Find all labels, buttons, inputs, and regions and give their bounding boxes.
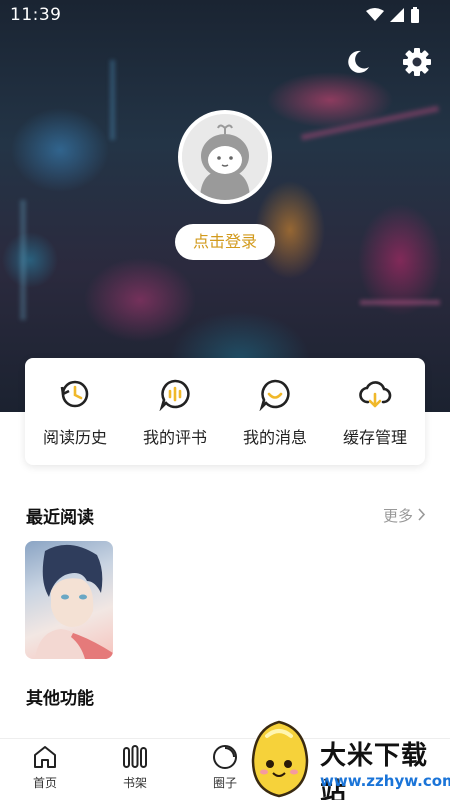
login-button[interactable]: 点击登录 (175, 224, 275, 260)
more-label: 更多 (382, 507, 413, 525)
status-time: 11:39 (10, 5, 62, 25)
function-label: 阅读历史 (42, 428, 107, 447)
circle-icon (211, 743, 239, 771)
status-bar: 11:39 (0, 0, 450, 30)
message-bubble-icon (258, 377, 292, 412)
cloud-download-icon (358, 377, 392, 411)
header-actions (342, 47, 432, 77)
tab-home[interactable]: 首页 (10, 743, 80, 791)
settings-gear-icon[interactable] (402, 47, 432, 77)
bookshelf-icon (121, 743, 149, 771)
wifi-icon (366, 8, 384, 21)
my-comments-item[interactable]: 我的评书 (130, 374, 220, 448)
cache-management-item[interactable]: 缓存管理 (330, 374, 420, 448)
book-cover[interactable] (25, 541, 113, 659)
system-icons (366, 7, 420, 23)
history-clock-icon (58, 377, 92, 411)
my-messages-item[interactable]: 我的消息 (230, 374, 320, 448)
more-link[interactable]: 更多 (383, 505, 426, 526)
tab-label: 书架 (122, 776, 147, 790)
function-label: 我的消息 (242, 428, 307, 447)
tab-label: 首页 (32, 776, 57, 790)
function-label: 缓存管理 (342, 428, 407, 447)
watermark-name: 大米下载站 (320, 741, 429, 800)
reading-history-item[interactable]: 阅读历史 (30, 374, 120, 448)
recent-reading-title: 最近阅读 (26, 508, 94, 528)
function-label: 我的评书 (142, 428, 207, 447)
moon-icon[interactable] (342, 47, 372, 77)
signal-icon (390, 8, 404, 22)
quick-functions-card: 阅读历史 我的评书 我的消息 缓存管理 (25, 358, 425, 465)
other-functions-title: 其他功能 (26, 689, 94, 709)
home-icon (31, 743, 59, 771)
chevron-right-icon (417, 507, 426, 525)
tab-bookshelf[interactable]: 书架 (100, 743, 170, 791)
avatar[interactable] (178, 110, 272, 204)
comment-bubble-icon (158, 377, 192, 412)
battery-icon (411, 7, 419, 23)
watermark-url: www.zzhyw.com (320, 772, 450, 790)
